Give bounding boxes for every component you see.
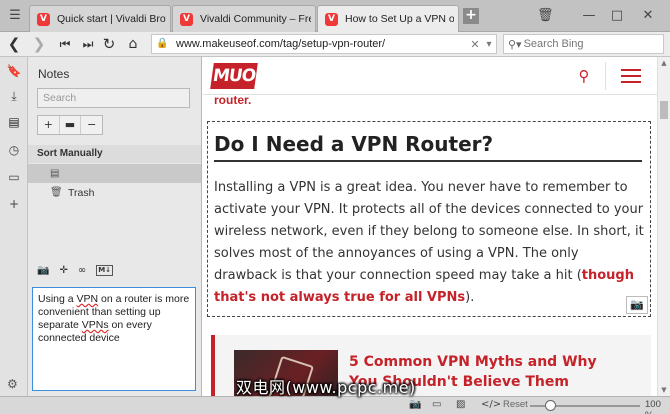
- markdown-icon[interactable]: M↓: [96, 264, 114, 276]
- window-icon[interactable]: ▭: [432, 399, 441, 410]
- watermark: 双电网(www.pcpc.me): [236, 378, 416, 397]
- notes-title: Notes: [38, 67, 70, 81]
- new-folder-icon[interactable]: ▬: [60, 116, 82, 134]
- vivaldi-icon: V: [37, 12, 50, 26]
- new-tab-button[interactable]: +: [463, 8, 479, 24]
- note-editor[interactable]: Using a VPN on a router is more convenie…: [32, 287, 196, 391]
- address-toolbar: ❮ ❯ ⏮ ⏭ ↻ ⌂ 🔒 www.makeuseof.com/tag/setu…: [0, 32, 670, 57]
- tab-quick-start[interactable]: V Quick start | Vivaldi Browser: [29, 5, 171, 32]
- camera-icon[interactable]: 📷: [626, 296, 648, 314]
- hamburger-menu-icon[interactable]: [621, 69, 641, 83]
- tab-title: How to Set Up a VPN on You: [345, 13, 454, 25]
- scroll-up-icon[interactable]: ▲: [658, 59, 670, 67]
- camera-icon[interactable]: 📷: [37, 265, 49, 276]
- attachment-icon[interactable]: ∞: [78, 265, 86, 276]
- vivaldi-menu-icon[interactable]: ☰: [6, 7, 24, 25]
- search-input[interactable]: [523, 38, 644, 50]
- tab-title: Vivaldi Community – Free w: [200, 13, 311, 25]
- notes-search-input[interactable]: Search: [37, 88, 190, 108]
- home-icon[interactable]: ⌂: [124, 35, 142, 53]
- scrollbar[interactable]: ▲ ▼: [657, 57, 670, 396]
- downloads-icon[interactable]: ⤓: [5, 87, 23, 105]
- heading-rule: [214, 160, 642, 162]
- divider: [605, 62, 606, 90]
- add-note-icon[interactable]: +: [38, 116, 60, 134]
- url-text[interactable]: www.makeuseof.com/tag/setup-vpn-router/: [176, 38, 468, 50]
- gear-icon[interactable]: ⚙: [7, 377, 18, 391]
- status-bar: ⚙ 📷 ▭ ▨ </> Reset 100 %: [0, 377, 670, 414]
- maximize-icon[interactable]: □: [609, 8, 625, 24]
- trash-icon: 🗑: [50, 186, 63, 198]
- zoom-slider[interactable]: [530, 400, 640, 411]
- image-icon[interactable]: ▨: [456, 399, 465, 410]
- forward-icon[interactable]: ❯: [30, 35, 48, 53]
- note-text: VPNs: [81, 319, 109, 331]
- history-icon[interactable]: ◷: [5, 141, 23, 159]
- zoom-level: 100 %: [645, 399, 661, 414]
- site-header: MUO ⚲: [203, 57, 657, 95]
- clear-url-icon[interactable]: ✕: [468, 38, 482, 51]
- site-logo[interactable]: MUO: [210, 63, 258, 89]
- note-text: Using a: [38, 293, 77, 305]
- list-item-trash[interactable]: 🗑 Trash: [28, 183, 201, 202]
- web-content: MUO ⚲ router. Do I Need a VPN Router? In…: [203, 57, 670, 396]
- note-toolbar: 📷 ✛ ∞ M↓: [37, 263, 114, 277]
- search-box[interactable]: ⚲▾: [503, 34, 664, 54]
- delete-note-icon[interactable]: −: [81, 116, 102, 134]
- chevron-down-icon[interactable]: ▾: [482, 39, 496, 50]
- close-icon[interactable]: ✕: [640, 8, 656, 24]
- crosshair-icon[interactable]: ✛: [59, 265, 67, 276]
- panel-strip: 🔖 ⤓ ▤ ◷ ▭ +: [0, 57, 28, 396]
- sort-header[interactable]: Sort Manually: [28, 145, 201, 163]
- capture-selection[interactable]: Do I Need a VPN Router? Installing a VPN…: [207, 121, 651, 317]
- previous-text: router.: [214, 93, 252, 107]
- search-icon: ⚲▾: [508, 37, 522, 51]
- article-heading: Do I Need a VPN Router?: [214, 132, 494, 156]
- minimize-icon[interactable]: —: [581, 8, 597, 24]
- reload-icon[interactable]: ↻: [100, 35, 118, 53]
- camera-icon[interactable]: 📷: [409, 399, 421, 410]
- lock-icon: 🔒: [156, 38, 169, 49]
- notes-panel: Notes Search + ▬ − Sort Manually ▤ 🗑 Tra…: [28, 57, 202, 396]
- tab-bar: ☰ V Quick start | Vivaldi Browser V Viva…: [0, 0, 670, 32]
- article-paragraph: Installing a VPN is a great idea. You ne…: [214, 177, 644, 309]
- bookmarks-icon[interactable]: 🔖: [5, 62, 23, 80]
- note-text: VPN: [76, 293, 99, 305]
- rewind-icon[interactable]: ⏮: [56, 35, 74, 53]
- note-icon: ▤: [50, 167, 60, 179]
- tab-vpn-router[interactable]: V How to Set Up a VPN on You: [317, 5, 459, 32]
- add-panel-icon[interactable]: +: [5, 195, 23, 213]
- list-item[interactable]: ▤: [28, 164, 201, 183]
- paragraph-text: Installing a VPN is a great idea. You ne…: [214, 180, 644, 283]
- vivaldi-icon: V: [325, 12, 338, 26]
- back-icon[interactable]: ❮: [5, 35, 23, 53]
- tab-title: Quick start | Vivaldi Browser: [57, 13, 166, 25]
- search-icon[interactable]: ⚲: [573, 65, 595, 87]
- paragraph-text: ).: [465, 290, 475, 305]
- zoom-slider-knob[interactable]: [545, 400, 556, 411]
- window-panel-icon[interactable]: ▭: [5, 168, 23, 186]
- trash-icon[interactable]: 🗑: [537, 8, 554, 24]
- tab-vivaldi-community[interactable]: V Vivaldi Community – Free w: [172, 5, 316, 32]
- notes-actions: + ▬ −: [37, 115, 103, 135]
- scroll-down-icon[interactable]: ▼: [658, 386, 670, 394]
- zoom-reset-button[interactable]: Reset: [503, 399, 528, 410]
- page-actions-icon[interactable]: </>: [481, 399, 501, 410]
- scrollbar-thumb[interactable]: [660, 101, 668, 119]
- address-bar[interactable]: 🔒 www.makeuseof.com/tag/setup-vpn-router…: [151, 34, 497, 54]
- vivaldi-icon: V: [180, 12, 193, 26]
- notes-icon[interactable]: ▤: [5, 113, 23, 131]
- note-label: Trash: [68, 186, 95, 199]
- fast-forward-icon[interactable]: ⏭: [79, 35, 97, 53]
